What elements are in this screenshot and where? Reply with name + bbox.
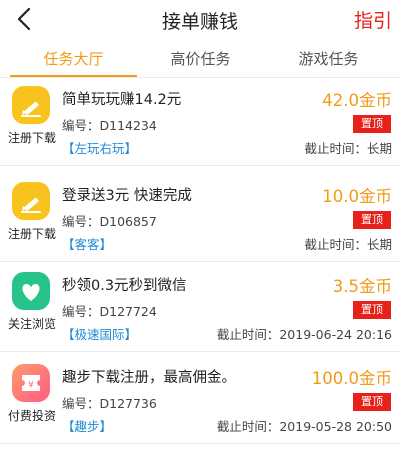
task-name[interactable]: 登录送3元 快速完成 (62, 184, 192, 205)
task-code: 编号：D127736 (62, 396, 157, 411)
task-tag[interactable]: 【客客】 (62, 234, 112, 253)
coupon-icon: ¥ (12, 364, 50, 402)
tab-bar: 任务大厅 高价任务 游戏任务 (0, 40, 400, 78)
task-row[interactable]: ¥ 付费投资 趣步下载注册，最高佣金。 编号：D127736 【趣步】 100.… (0, 356, 400, 444)
pencil-icon (12, 86, 50, 124)
task-row[interactable]: 关注浏览 秒领0.3元秒到微信 编号：D127724 【极速国际】 3.5金币 … (0, 264, 400, 352)
task-deadline: 截止时间：2019-05-28 20:50 (216, 419, 392, 434)
task-tag[interactable]: 【趣步】 (62, 416, 112, 435)
task-tag[interactable]: 【左玩右玩】 (62, 138, 137, 157)
task-price: 100.0金币 (311, 369, 392, 388)
tab-game-tasks[interactable]: 游戏任务 (262, 40, 395, 78)
pin-badge: 置顶 (353, 115, 391, 133)
task-name[interactable]: 简单玩玩赚14.2元 (62, 88, 181, 109)
task-price: 3.5金币 (332, 277, 392, 296)
task-deadline: 截止时间：长期 (304, 141, 392, 156)
task-price: 42.0金币 (322, 91, 392, 110)
tab-high-price[interactable]: 高价任务 (134, 40, 267, 78)
task-name[interactable]: 秒领0.3元秒到微信 (62, 274, 187, 295)
active-tab-indicator (10, 75, 137, 77)
task-row[interactable]: 注册下载 登录送3元 快速完成 编号：D106857 【客客】 10.0金币 置… (0, 174, 400, 262)
pin-badge: 置顶 (353, 301, 391, 319)
pencil-icon (12, 182, 50, 220)
task-category: 付费投资 (8, 409, 57, 423)
task-row[interactable]: 注册下载 简单玩玩赚14.2元 编号：D114234 【左玩右玩】 42.0金币… (0, 78, 400, 166)
tab-task-hall[interactable]: 任务大厅 (7, 40, 140, 78)
task-deadline: 截止时间：2019-06-24 20:16 (216, 327, 392, 342)
page-title: 接单赚钱 (161, 11, 238, 33)
heart-icon (12, 272, 50, 310)
task-code: 编号：D127724 (62, 304, 157, 319)
pin-badge: 置顶 (353, 211, 391, 229)
task-code: 编号：D106857 (62, 214, 157, 229)
task-category: 注册下载 (8, 131, 57, 145)
guide-button[interactable]: 指引 (354, 6, 392, 33)
task-name[interactable]: 趣步下载注册，最高佣金。 (62, 366, 236, 387)
task-price: 10.0金币 (322, 187, 392, 206)
pin-badge: 置顶 (353, 393, 391, 411)
task-deadline: 截止时间：长期 (304, 237, 392, 252)
task-tag[interactable]: 【极速国际】 (62, 324, 137, 343)
header: 接单赚钱 指引 (0, 0, 400, 40)
task-code: 编号：D114234 (62, 118, 157, 133)
task-category: 关注浏览 (8, 317, 57, 331)
svg-text:¥: ¥ (28, 381, 34, 391)
task-category: 注册下载 (8, 227, 57, 241)
